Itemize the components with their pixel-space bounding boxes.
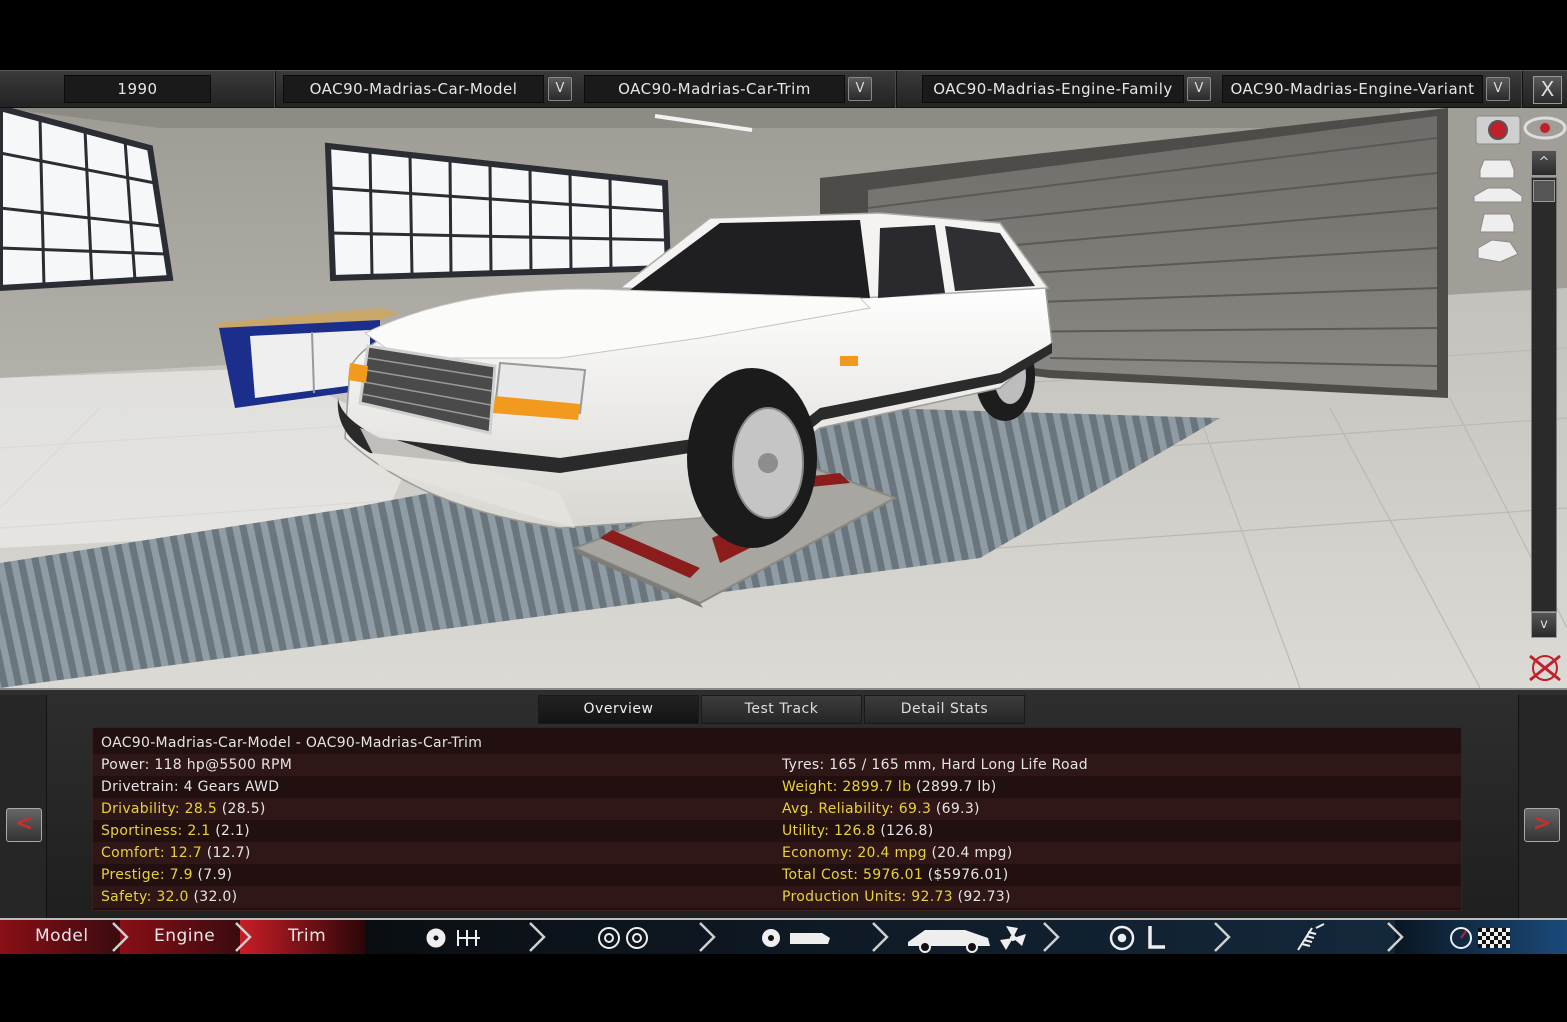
stats-row: OAC90-Madrias-Car-Model - OAC90-Madrias-… (93, 732, 1461, 754)
design-step-navbar: Model Engine Trim (0, 918, 1567, 954)
test-drive-icon[interactable] (1450, 927, 1510, 949)
suspension-icon[interactable] (1297, 923, 1325, 951)
car-trim-dropdown-button[interactable]: V (848, 77, 872, 101)
engine-family-select[interactable]: OAC90-Madrias-Engine-Family (922, 75, 1184, 103)
utility-stat: Utility: 126.8 (126.8) (782, 823, 934, 839)
stats-row: Prestige: 7.9 (7.9) Total Cost: 5976.01 … (93, 864, 1461, 886)
production-units-stat: Production Units: 92.73 (92.73) (782, 889, 1011, 905)
comfort-stat: Comfort: 12.7 (12.7) (101, 845, 251, 861)
overview-stats: OAC90-Madrias-Car-Model - OAC90-Madrias-… (92, 727, 1462, 911)
tyres-stat: Tyres: 165 / 165 mm, Hard Long Life Road (782, 757, 1088, 773)
weight-stat: Weight: 2899.7 lb (2899.7 lb) (782, 779, 997, 795)
garage-scene (0, 108, 1567, 688)
view-angled-icon[interactable] (1477, 239, 1519, 263)
reliability-stat: Avg. Reliability: 69.3 (69.3) (782, 801, 980, 817)
engine-variant-dropdown-button[interactable]: V (1486, 77, 1510, 101)
engine-family-dropdown-button[interactable]: V (1187, 77, 1211, 101)
previous-button[interactable]: < (6, 808, 42, 842)
scrollbar-thumb[interactable] (1533, 180, 1555, 202)
safety-stat: Safety: 32.0 (32.0) (101, 889, 238, 905)
nav-icons (112, 922, 1510, 953)
car-model-select[interactable]: OAC90-Madrias-Car-Model (283, 75, 544, 103)
stats-row: Sportiness: 2.1 (2.1) Utility: 126.8 (12… (93, 820, 1461, 842)
next-button[interactable]: > (1524, 808, 1560, 842)
car-title: OAC90-Madrias-Car-Model - OAC90-Madrias-… (101, 735, 483, 751)
drivability-stat: Drivability: 28.5 (28.5) (101, 801, 266, 817)
steering-seat-icon[interactable] (1109, 925, 1165, 951)
view-rear-icon[interactable] (1479, 213, 1515, 233)
car-model-dropdown-button[interactable]: V (548, 77, 572, 101)
chevron-right-icon (235, 922, 252, 952)
year-display: 1990 (64, 75, 211, 103)
panel-left-gutter: < (0, 695, 47, 920)
stats-row: Power: 118 hp@5500 RPM Tyres: 165 / 165 … (93, 754, 1461, 776)
chevron-right-icon (699, 922, 716, 952)
wheels-icon[interactable] (598, 927, 648, 949)
close-button[interactable]: X (1533, 76, 1562, 104)
power-stat: Power: 118 hp@5500 RPM (101, 757, 293, 773)
eye-icon[interactable] (1523, 116, 1567, 140)
info-panel: < > Overview Test Track Detail Stats OAC… (0, 688, 1567, 920)
chevron-right-icon (1387, 922, 1404, 952)
economy-stat: Economy: 20.4 mpg (20.4 mpg) (782, 845, 1013, 861)
scroll-up-button[interactable]: ^ (1531, 150, 1557, 176)
total-cost-stat: Total Cost: 5976.01 ($5976.01) (782, 867, 1009, 883)
body-icon[interactable] (762, 929, 830, 947)
chevron-right-icon (1214, 922, 1231, 952)
car-fan-icon[interactable] (908, 926, 1026, 953)
panel-right-gutter: > (1518, 695, 1567, 920)
stats-row: Comfort: 12.7 (12.7) Economy: 20.4 mpg (… (93, 842, 1461, 864)
chevron-right-icon (112, 922, 129, 952)
top-bar: 1990 OAC90-Madrias-Car-Model V OAC90-Mad… (0, 70, 1567, 108)
view-front-icon[interactable] (1479, 159, 1515, 179)
view-side-icon[interactable] (1473, 187, 1523, 203)
scrollbar-track[interactable] (1531, 177, 1557, 612)
divider (1521, 71, 1523, 108)
scroll-down-button[interactable]: v (1531, 612, 1557, 638)
camera-icon[interactable] (1475, 115, 1521, 145)
prestige-stat: Prestige: 7.9 (7.9) (101, 867, 233, 883)
reset-view-icon[interactable] (1529, 654, 1561, 682)
engine-variant-select[interactable]: OAC90-Madrias-Engine-Variant (1222, 75, 1483, 103)
stats-row: Drivability: 28.5 (28.5) Avg. Reliabilit… (93, 798, 1461, 820)
divider (274, 71, 276, 108)
drivetrain-stat: Drivetrain: 4 Gears AWD (101, 779, 280, 795)
chevron-right-icon (872, 922, 889, 952)
sportiness-stat: Sportiness: 2.1 (2.1) (101, 823, 250, 839)
tab-overview[interactable]: Overview (538, 695, 699, 724)
car-3d-viewport[interactable] (0, 108, 1567, 688)
brakes-gearbox-icon[interactable] (426, 928, 480, 948)
car-trim-select[interactable]: OAC90-Madrias-Car-Trim (584, 75, 845, 103)
chevron-right-icon (529, 922, 546, 952)
tab-test-track[interactable]: Test Track (701, 695, 862, 724)
tab-detail-stats[interactable]: Detail Stats (864, 695, 1025, 724)
chevron-right-icon (1043, 922, 1060, 952)
stats-row: Safety: 32.0 (32.0) Production Units: 92… (93, 886, 1461, 908)
stats-row: Drivetrain: 4 Gears AWD Weight: 2899.7 l… (93, 776, 1461, 798)
divider (895, 71, 897, 108)
